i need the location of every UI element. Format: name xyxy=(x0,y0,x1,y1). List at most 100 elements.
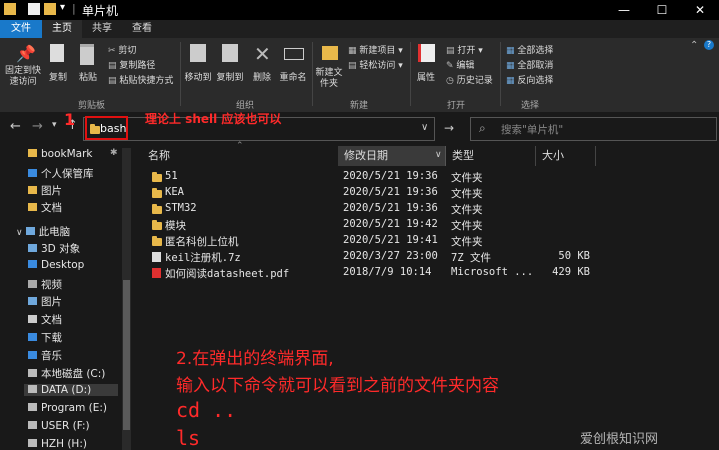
file-type: 文件夹 xyxy=(451,172,483,184)
search-box[interactable]: ⌕ 搜索"单片机" xyxy=(470,117,717,141)
column-size[interactable]: 大小 xyxy=(536,146,596,166)
history-button[interactable]: ◷ 历史记录 xyxy=(446,73,493,86)
properties-icon[interactable] xyxy=(28,3,40,15)
properties-icon xyxy=(418,44,435,62)
file-name: 模块 xyxy=(165,220,186,232)
easy-access-label: 轻松访问 xyxy=(359,61,396,71)
collapse-ribbon-icon[interactable]: ⌃ xyxy=(690,40,698,51)
sidebar-item-label: 文档 xyxy=(41,202,62,214)
minimize-button[interactable]: — xyxy=(605,0,643,20)
annotation-cmd-cd: cd .. xyxy=(176,398,237,422)
sidebar-item[interactable]: HZH (H:) xyxy=(28,438,87,450)
paste-shortcut-icon: ▤ xyxy=(108,76,120,86)
edit-button[interactable]: ✎ 编辑 xyxy=(446,58,474,71)
back-arrow-icon[interactable]: ← xyxy=(10,119,21,134)
file-name: 51 xyxy=(165,170,178,182)
tab-file[interactable]: 文件 xyxy=(0,20,42,38)
table-row[interactable]: 匿名科创上位机 2020/5/21 19:41 文件夹 xyxy=(148,234,598,250)
new-item-button[interactable]: ▦ 新建项目 ▾ xyxy=(348,43,403,56)
sidebar-item[interactable]: 3D 对象 xyxy=(28,241,80,256)
copy-button[interactable]: 复制 xyxy=(44,70,72,83)
address-dropdown-icon[interactable]: ∨ xyxy=(421,122,428,133)
table-row[interactable]: 51 2020/5/21 19:36 文件夹 xyxy=(148,170,598,186)
sidebar-item[interactable]: ∨ 此电脑 xyxy=(16,224,70,239)
dropdown-icon[interactable]: ▾ xyxy=(60,2,65,13)
tab-share[interactable]: 共享 xyxy=(82,20,122,38)
separator-bar: | xyxy=(72,2,76,15)
select-none-button[interactable]: ▦ 全部取消 xyxy=(506,58,553,71)
table-row[interactable]: keil注册机.7z 2020/3/27 23:00 7Z 文件 50 KB xyxy=(148,250,598,266)
file-date: 2020/5/21 19:36 xyxy=(343,186,438,198)
ribbon: 📌 固定到快速访问 复制 粘贴 ✂ 剪切 ▤ 复制路径 ▤ 粘贴快捷方式 剪贴板… xyxy=(0,38,719,113)
paste-button[interactable]: 粘贴 xyxy=(74,70,102,83)
new-folder-button[interactable]: 新建文件夹 xyxy=(314,68,344,90)
sidebar-item[interactable]: 视频 xyxy=(28,277,62,292)
column-date[interactable]: 修改日期 xyxy=(338,146,446,166)
sidebar-item-label: 音乐 xyxy=(41,350,62,362)
delete-button[interactable]: 删除 xyxy=(248,70,276,83)
file-name: 如何阅读datasheet.pdf xyxy=(165,268,290,280)
sidebar-item[interactable]: Program (E:) xyxy=(28,402,107,414)
sidebar-item-label: 3D 对象 xyxy=(41,243,81,255)
easy-access-button[interactable]: ▤ 轻松访问 ▾ xyxy=(348,58,403,71)
sidebar-item[interactable]: Desktop xyxy=(28,259,84,271)
close-button[interactable]: ✕ xyxy=(681,0,719,20)
recent-dropdown-icon[interactable]: ▾ xyxy=(52,120,57,130)
paste-shortcut-button[interactable]: ▤ 粘贴快捷方式 xyxy=(108,73,173,86)
table-row[interactable]: KEA 2020/5/21 19:36 文件夹 xyxy=(148,186,598,202)
sidebar-item[interactable]: 音乐 xyxy=(28,348,62,363)
address-input[interactable]: bash xyxy=(100,122,126,135)
title-bar: ▾ | 单片机 — ☐ ✕ xyxy=(0,0,719,20)
search-input[interactable]: 搜索"单片机" xyxy=(501,122,563,137)
copy-path-button[interactable]: ▤ 复制路径 xyxy=(108,58,155,71)
refresh-arrow-icon[interactable]: → xyxy=(444,121,454,135)
copy-to-button[interactable]: 复制到 xyxy=(214,70,246,83)
file-date: 2020/5/21 19:36 xyxy=(343,202,438,214)
properties-button[interactable]: 属性 xyxy=(412,70,440,83)
rename-button[interactable]: 重命名 xyxy=(276,70,310,83)
drive-icon xyxy=(28,403,37,411)
forward-arrow-icon[interactable]: → xyxy=(32,119,43,134)
chevron-down-icon[interactable]: ∨ xyxy=(435,150,442,160)
sidebar-scroll-thumb[interactable] xyxy=(123,280,130,430)
sidebar-item[interactable]: bookMark xyxy=(28,148,93,160)
table-row[interactable]: 如何阅读datasheet.pdf 2018/7/9 10:14 Microsoft… xyxy=(148,266,598,282)
select-all-button[interactable]: ▦ 全部选择 xyxy=(506,43,553,56)
sidebar-item[interactable]: 个人保管库 xyxy=(28,166,94,181)
maximize-button[interactable]: ☐ xyxy=(643,0,681,20)
copy-path-icon: ▤ xyxy=(108,61,120,71)
paste-shortcut-label: 粘贴快捷方式 xyxy=(119,76,174,86)
pin-quick-access-button[interactable]: 固定到快速访问 xyxy=(2,66,44,88)
expand-chevron-icon[interactable]: ∨ xyxy=(16,228,23,238)
annotation-shell-hint: 理论上 shell 应该也可以 xyxy=(145,112,282,126)
sidebar-item-label: 文档 xyxy=(41,314,62,326)
sidebar-item-label: Desktop xyxy=(41,259,85,271)
sidebar-item[interactable]: 文档 xyxy=(28,312,62,327)
sidebar-item[interactable]: 文档 xyxy=(28,200,62,215)
column-type[interactable]: 类型 xyxy=(446,146,536,166)
open-button[interactable]: ▤ 打开 ▾ xyxy=(446,43,483,56)
sidebar-item[interactable]: 本地磁盘 (C:) xyxy=(28,366,105,381)
new-item-icon: ▦ xyxy=(348,46,360,56)
pc-icon xyxy=(25,227,35,235)
invert-selection-button[interactable]: ▦ 反向选择 xyxy=(506,73,553,86)
history-label: 历史记录 xyxy=(456,76,493,86)
tab-view[interactable]: 查看 xyxy=(122,20,162,38)
window-title: 单片机 xyxy=(82,4,119,18)
tab-home[interactable]: 主页 xyxy=(42,20,82,38)
pin-icon: 📌 xyxy=(16,44,36,63)
sidebar-item[interactable]: 图片 xyxy=(28,294,62,309)
annotation-step2-line2: 输入以下命令就可以看到之前的文件夹内容 xyxy=(176,376,499,396)
help-icon[interactable]: ? xyxy=(704,40,714,50)
cut-button[interactable]: ✂ 剪切 xyxy=(108,43,136,56)
sidebar-item[interactable]: 下载 xyxy=(28,330,62,345)
new-folder-icon[interactable] xyxy=(44,3,56,15)
sidebar-item[interactable]: 图片 xyxy=(28,183,62,198)
sidebar-item[interactable]: USER (F:) xyxy=(28,420,90,432)
sidebar-item[interactable]: DATA (D:) xyxy=(24,384,118,396)
table-row[interactable]: 模块 2020/5/21 19:42 文件夹 xyxy=(148,218,598,234)
file-name: STM32 xyxy=(165,202,197,214)
move-to-button[interactable]: 移动到 xyxy=(182,70,214,83)
file-name: 匿名科创上位机 xyxy=(165,236,239,248)
table-row[interactable]: STM32 2020/5/21 19:36 文件夹 xyxy=(148,202,598,218)
